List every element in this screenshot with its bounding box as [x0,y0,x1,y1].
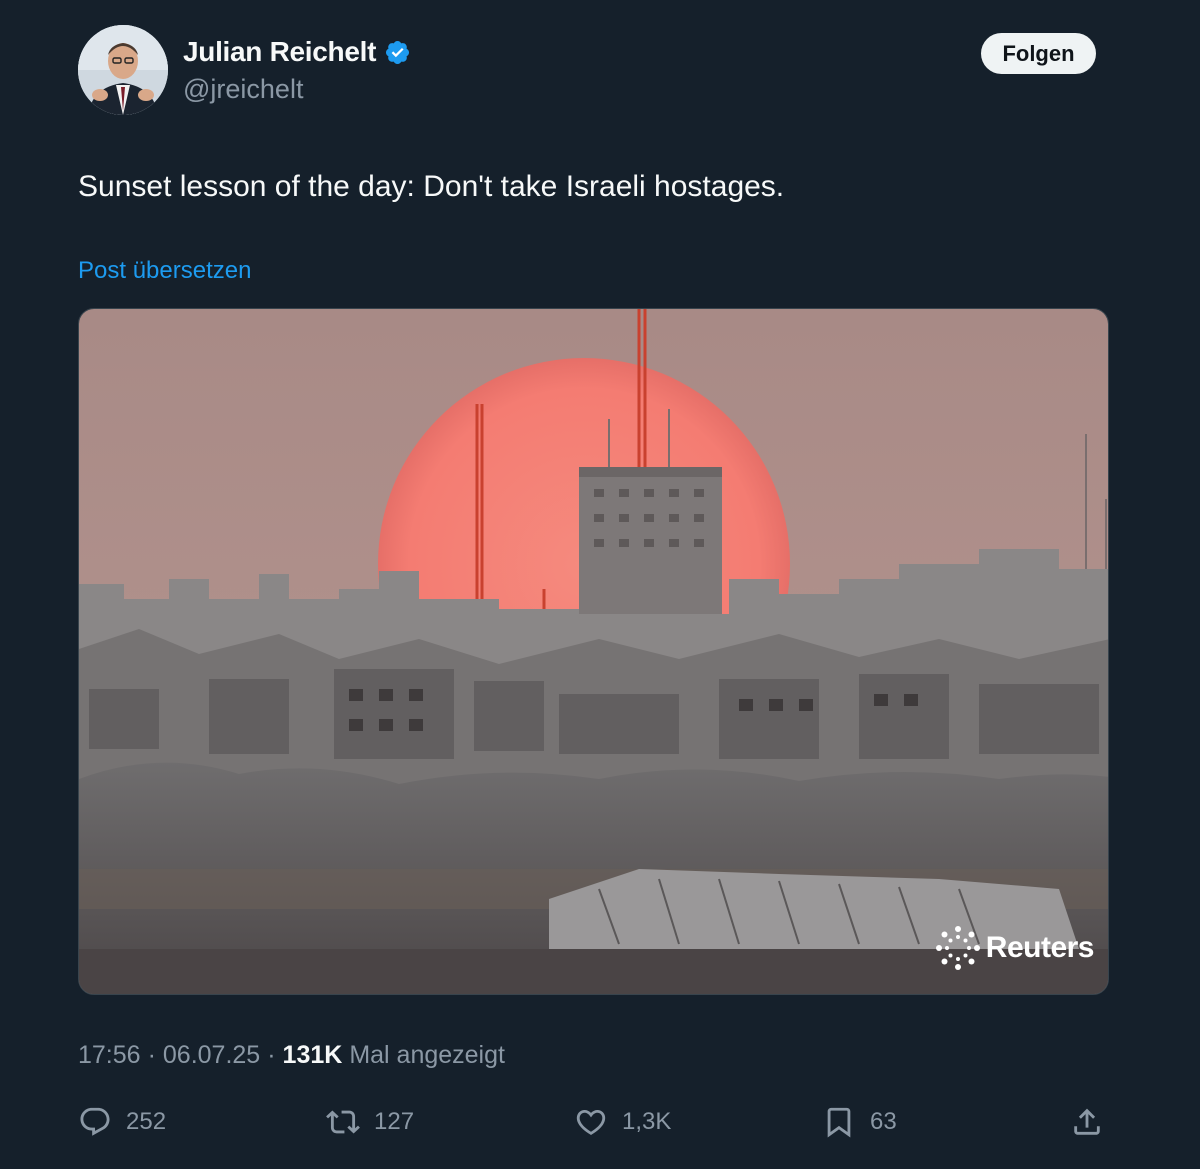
like-count: 1,3K [622,1108,672,1135]
tweet-actions: 252 127 1,3K 63 [0,1098,1200,1146]
heart-icon [576,1109,606,1135]
author-display-name[interactable]: Julian Reichelt [183,36,376,68]
views-suffix: Mal angezeigt [349,1041,505,1069]
reuters-logo-icon [935,926,980,970]
repost-button[interactable]: 127 [326,1098,414,1146]
bookmark-icon [827,1107,851,1138]
reply-button[interactable]: 252 [78,1098,166,1146]
verified-badge-icon [386,40,410,64]
repost-icon [326,1110,360,1134]
bookmark-count: 63 [870,1108,897,1135]
sunset-photo [79,309,1108,994]
meta-separator: · [267,1041,276,1069]
meta-separator: · [147,1041,156,1069]
like-button[interactable]: 1,3K [574,1098,671,1146]
share-icon [1074,1108,1100,1135]
author-handle[interactable]: @jreichelt [183,74,303,105]
reply-icon [80,1107,110,1136]
reuters-watermark: Reuters [935,926,1095,970]
share-button[interactable] [1070,1098,1104,1146]
repost-count: 127 [374,1108,415,1135]
views-count: 131K [282,1041,343,1069]
tweet-text: Sunset lesson of the day: Don't take Isr… [78,170,785,203]
avatar[interactable] [78,25,168,115]
author-name-row: Julian Reichelt [183,36,411,68]
tweet-media-image[interactable]: Reuters [78,308,1109,995]
tweet-time[interactable]: 17:56 [78,1041,141,1070]
reuters-watermark-text: Reuters [985,931,1095,964]
avatar-image [78,25,168,115]
translate-post-link[interactable]: Post übersetzen [78,257,251,285]
tweet-date[interactable]: 06.07.25 [163,1041,260,1070]
tweet: Julian Reichelt @jreichelt Folgen Sunset… [0,0,1200,1169]
bookmark-button[interactable]: 63 [822,1098,897,1146]
reply-count: 252 [126,1108,167,1135]
follow-button[interactable]: Folgen [981,33,1096,74]
tweet-meta: 17:56 · 06.07.25 · 131K Mal angezeigt [78,1041,505,1070]
